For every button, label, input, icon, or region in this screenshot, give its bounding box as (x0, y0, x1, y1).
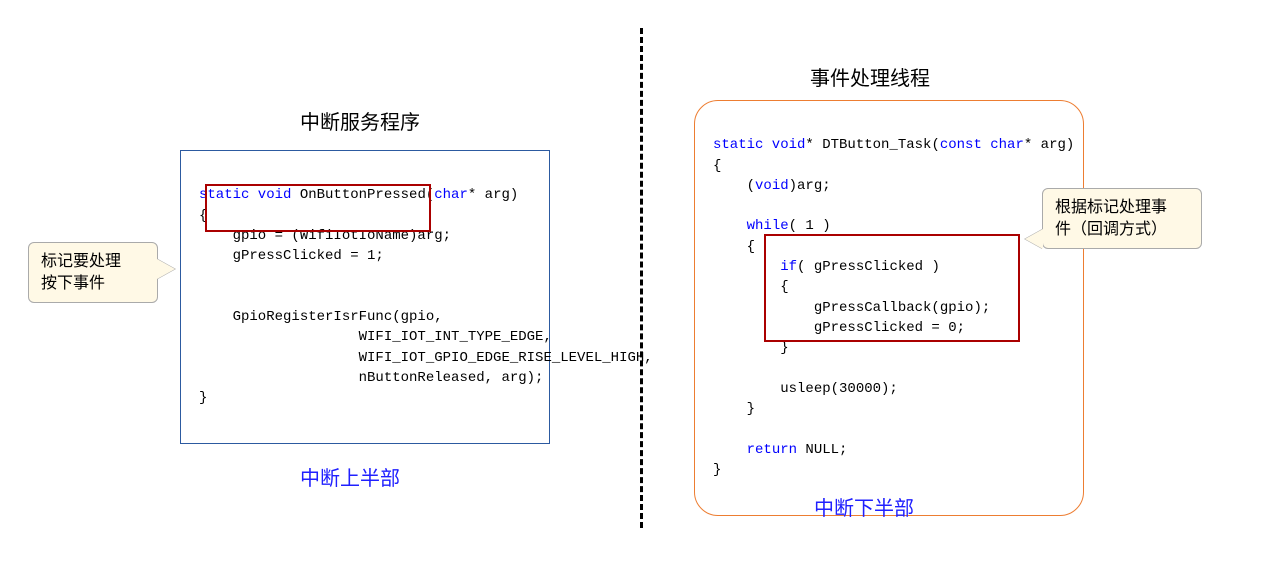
kw-char: char (434, 187, 468, 203)
left-title: 中断服务程序 (300, 106, 420, 135)
kw-return: return (747, 442, 797, 458)
kw-if: if (780, 259, 797, 275)
right-title: 事件处理线程 (810, 62, 930, 91)
right-caption: 中断下半部 (814, 492, 914, 521)
vertical-divider (640, 28, 643, 528)
kw-const-char: const char (940, 137, 1024, 153)
kw-static-void2: static void (713, 137, 805, 153)
left-callout: 标记要处理按下事件 (28, 242, 158, 303)
kw-while: while (747, 218, 789, 234)
left-codebox: static void OnButtonPressed(char* arg) {… (180, 150, 550, 444)
left-caption: 中断上半部 (300, 462, 400, 491)
kw-void: void (755, 178, 789, 194)
right-codebox: static void* DTButton_Task(const char* a… (694, 100, 1084, 516)
left-panel: 中断服务程序 static void OnButtonPressed(char*… (0, 0, 630, 567)
right-panel: 事件处理线程 static void* DTButton_Task(const … (650, 0, 1280, 567)
kw-static-void: static void (199, 187, 291, 203)
right-callout: 根据标记处理事件（回调方式） (1042, 188, 1202, 249)
